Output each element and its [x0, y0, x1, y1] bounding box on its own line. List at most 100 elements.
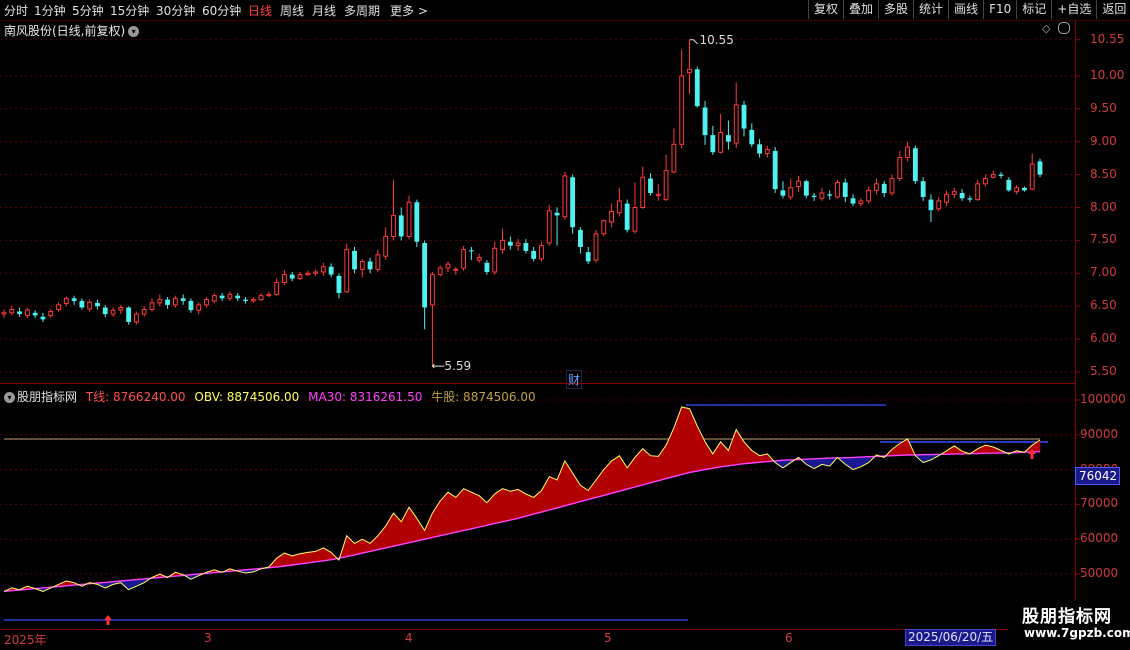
candle-body: [796, 180, 801, 187]
candle-body: [157, 299, 163, 304]
candle-body: [679, 75, 685, 145]
candle-body: [507, 241, 513, 246]
candle-body: [24, 309, 30, 316]
candle-body: [850, 198, 856, 204]
candle-body: [227, 293, 233, 299]
candle-body: [585, 252, 591, 262]
candle-body: [9, 308, 15, 314]
candle-body: [990, 174, 996, 178]
indicator-header: ▾ 股朋指标网 T线: 8766240.00 OBV: 8874506.00 MA…: [4, 388, 541, 405]
candle-body: [632, 207, 638, 232]
obv-fill: [455, 488, 464, 533]
indicator-tick-label: 70000: [1080, 496, 1119, 511]
candle-body: [905, 146, 910, 158]
candle-body: [305, 272, 311, 276]
obv-fill: [650, 455, 659, 484]
candle-body: [881, 183, 887, 194]
obv-fill: [494, 488, 503, 524]
obv-fill: [439, 491, 449, 537]
candle-body: [562, 175, 568, 218]
obv-fill: [556, 460, 566, 509]
obv-fill: [549, 476, 558, 511]
settings-icon[interactable]: [1058, 22, 1070, 34]
finance-marker[interactable]: 财: [566, 370, 583, 389]
price-tick-label: 10.55: [1090, 31, 1125, 46]
candle-body: [367, 261, 373, 270]
candle-body: [663, 170, 669, 201]
candle-body: [710, 135, 716, 153]
price-tick-label: 5.50: [1090, 364, 1117, 378]
candle-body: [126, 307, 132, 322]
candle-body: [211, 295, 217, 302]
candle-body: [149, 302, 155, 310]
price-tick-label: 10.00: [1090, 67, 1125, 82]
candle-body: [282, 274, 287, 284]
candle-body: [912, 148, 918, 182]
candle-body: [593, 233, 599, 261]
date-label: 5: [604, 631, 612, 645]
candle-body: [258, 295, 264, 301]
obv-fill: [860, 456, 869, 468]
candle-body: [17, 311, 22, 315]
candle-body: [749, 129, 755, 145]
diamond-icon[interactable]: ◇: [1042, 22, 1050, 35]
candle-body: [764, 149, 770, 155]
candle-body: [328, 266, 334, 275]
candle-body: [531, 250, 537, 259]
obv-fill: [806, 458, 815, 469]
indicator-name[interactable]: 股朋指标网: [17, 390, 77, 404]
candle-body: [515, 242, 521, 247]
candle-body: [445, 263, 451, 269]
candle-body: [336, 275, 342, 294]
high-pointer: [689, 39, 698, 45]
candle-body: [936, 200, 942, 210]
date-label: 6: [785, 631, 793, 645]
obv-fill: [595, 468, 605, 498]
candle-body: [391, 214, 396, 237]
stock-chart[interactable]: [0, 0, 1130, 650]
candle-body: [858, 200, 864, 205]
candle-body: [998, 174, 1004, 176]
candle-body: [95, 302, 100, 307]
watermark-url: www.7gpzb.com: [1024, 626, 1130, 640]
chart-title[interactable]: 南风股份(日线,前复权) ▾: [4, 22, 140, 39]
candle-body: [118, 307, 124, 311]
candle-body: [102, 307, 108, 315]
candle-body: [788, 187, 794, 198]
candle-body: [63, 297, 69, 305]
t-line-value: T线: 8766240.00: [85, 390, 186, 404]
candle-body: [835, 181, 840, 198]
obv-fill: [712, 440, 721, 469]
candle-body: [359, 260, 365, 270]
candle-body: [687, 68, 692, 74]
candle-body: [671, 143, 677, 173]
candle-body: [468, 250, 474, 252]
chevron-down-icon[interactable]: ▾: [4, 392, 15, 403]
candle-body: [165, 299, 170, 305]
candle-body: [866, 189, 872, 202]
candle-body: [523, 243, 529, 251]
indicator-tick-label: 50000: [1080, 566, 1119, 580]
chevron-down-icon[interactable]: ▾: [128, 26, 140, 37]
price-tick-label: 9.00: [1090, 133, 1117, 148]
date-label: 2025年: [4, 633, 47, 647]
candle-body: [624, 203, 630, 230]
candle-body: [250, 299, 256, 302]
candle-body: [398, 215, 404, 237]
candle-body: [959, 193, 965, 199]
candle-body: [554, 212, 560, 216]
candle-body: [640, 176, 646, 208]
obv-fill: [845, 457, 854, 471]
obv-fill: [611, 455, 620, 494]
candle-body: [726, 135, 731, 142]
candle-body: [422, 243, 428, 308]
candle-body: [655, 193, 661, 197]
candle-body: [578, 229, 583, 247]
candle-body: [320, 266, 326, 273]
candle-body: [874, 183, 879, 191]
candle-body: [897, 156, 903, 180]
candle-body: [406, 201, 412, 237]
indicator-tick-label: 90000: [1080, 426, 1119, 441]
obv-fill: [424, 512, 433, 540]
candle-body: [539, 245, 544, 260]
